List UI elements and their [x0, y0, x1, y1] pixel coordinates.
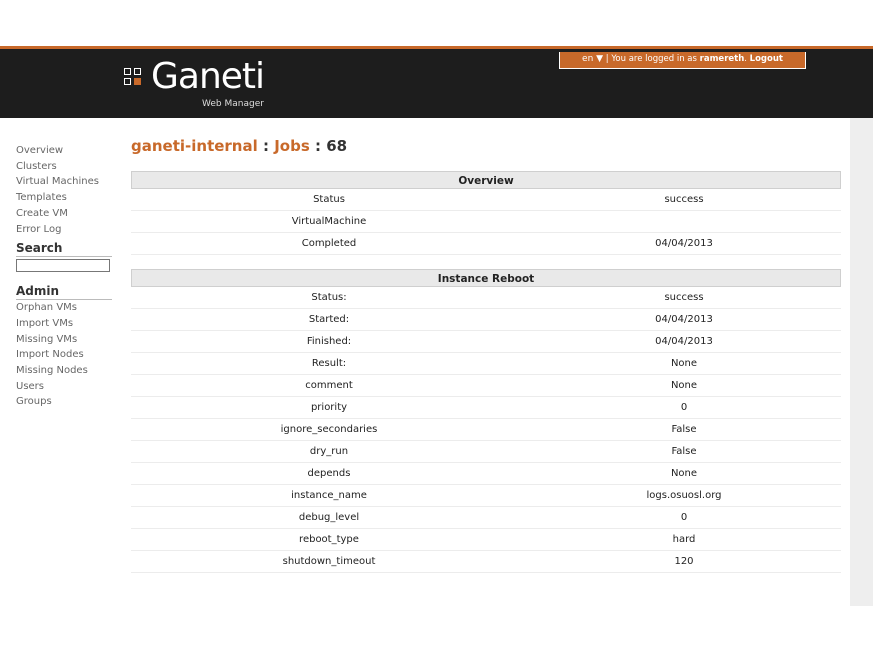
row-value: False [671, 446, 697, 457]
row-key: depends [307, 468, 351, 479]
nav-link-import-nodes[interactable]: Import Nodes [16, 347, 112, 363]
table-row: priority 0 [131, 397, 841, 419]
nav-link-templates[interactable]: Templates [16, 190, 112, 206]
row-value: 0 [680, 402, 688, 413]
ganeti-logo[interactable]: Ganeti Web Manager [124, 56, 324, 109]
table-row: instance_name logs.osuosl.org [131, 485, 841, 507]
nav-link-clusters[interactable]: Clusters [16, 159, 112, 175]
language-selector[interactable]: en ▼ [582, 54, 603, 64]
row-value: 04/04/2013 [655, 336, 713, 347]
table-row: dry_run False [131, 441, 841, 463]
row-value: 0 [680, 512, 688, 523]
row-key: comment [305, 380, 353, 391]
row-key: dry_run [309, 446, 349, 457]
table-row: ignore_secondaries False [131, 419, 841, 441]
nav-link-virtual-machines[interactable]: Virtual Machines [16, 174, 112, 190]
row-key: priority [310, 402, 348, 413]
nav-link-missing-vms[interactable]: Missing VMs [16, 332, 112, 348]
table-row: Completed 04/04/2013 [131, 233, 841, 255]
row-key: Completed [301, 238, 357, 249]
row-key: ignore_secondaries [280, 424, 378, 435]
instance-reboot-heading: Instance Reboot [131, 269, 841, 287]
overview-heading: Overview [131, 171, 841, 189]
table-row: comment None [131, 375, 841, 397]
row-value [527, 211, 841, 232]
table-row: VirtualMachine [131, 211, 841, 233]
table-row: Finished: 04/04/2013 [131, 331, 841, 353]
row-key: shutdown_timeout [282, 556, 376, 567]
table-row: reboot_type hard [131, 529, 841, 551]
search-heading: Search [16, 241, 112, 258]
main-content: ganeti-internal : Jobs : 68 Overview Sta… [120, 118, 850, 606]
row-key: reboot_type [299, 534, 359, 545]
main-nav: Overview Clusters Virtual Machines Template… [16, 143, 112, 237]
overview-table: Overview Status success VirtualMachine Comp… [131, 171, 841, 255]
row-key: Result: [311, 358, 347, 369]
row-value: False [671, 424, 697, 435]
sidebar: Overview Clusters Virtual Machines Template… [16, 143, 112, 410]
search-input[interactable] [16, 259, 110, 273]
row-key: Status [313, 194, 345, 205]
page-title: ganeti-internal : Jobs : 68 [131, 137, 347, 155]
row-value: 120 [674, 556, 694, 567]
job-id: 68 [326, 137, 348, 155]
nav-link-error-log[interactable]: Error Log [16, 222, 112, 238]
table-row: debug_level 0 [131, 507, 841, 529]
row-key: debug_level [298, 512, 360, 523]
login-bar: en ▼ | You are logged in as ramereth. Lo… [559, 52, 806, 69]
row-value: logs.osuosl.org [646, 490, 722, 501]
nav-link-import-vms[interactable]: Import VMs [16, 316, 112, 332]
ganeti-logo-icon [124, 68, 143, 87]
row-value: success [664, 194, 704, 205]
table-row: depends None [131, 463, 841, 485]
login-status-text: You are logged in as [611, 54, 697, 64]
jobs-link[interactable]: Jobs [274, 137, 310, 155]
logo-wordmark: Ganeti [151, 56, 265, 97]
logout-link[interactable]: Logout [750, 54, 783, 64]
row-value: None [670, 468, 698, 479]
cluster-link[interactable]: ganeti-internal [131, 137, 258, 155]
table-row: shutdown_timeout 120 [131, 551, 841, 573]
table-row: Started: 04/04/2013 [131, 309, 841, 331]
site-header: Ganeti Web Manager en ▼ | You are logged… [0, 46, 873, 118]
table-row: Status success [131, 189, 841, 211]
nav-link-groups[interactable]: Groups [16, 394, 112, 410]
nav-link-users[interactable]: Users [16, 379, 112, 395]
row-key: Finished: [306, 336, 352, 347]
row-value: success [664, 292, 704, 303]
nav-link-overview[interactable]: Overview [16, 143, 112, 159]
admin-heading: Admin [16, 284, 112, 301]
row-value: 04/04/2013 [655, 314, 713, 325]
username[interactable]: ramereth [700, 54, 745, 64]
dropdown-arrow-icon: ▼ [596, 54, 604, 64]
row-key: Started: [308, 314, 350, 325]
table-row: Result: None [131, 353, 841, 375]
table-row: Status: success [131, 287, 841, 309]
row-value: None [670, 380, 698, 391]
nav-link-orphan-vms[interactable]: Orphan VMs [16, 300, 112, 316]
logo-subtitle: Web Manager [202, 99, 264, 109]
admin-nav: Orphan VMs Import VMs Missing VMs Import No… [16, 300, 112, 410]
row-value: 04/04/2013 [655, 238, 713, 249]
title-separator: : [309, 137, 327, 155]
nav-link-missing-nodes[interactable]: Missing Nodes [16, 363, 112, 379]
row-value: hard [672, 534, 696, 545]
title-separator: : [257, 137, 275, 155]
row-value: None [670, 358, 698, 369]
instance-reboot-table: Instance Reboot Status: success Started: 04… [131, 269, 841, 573]
row-key: instance_name [291, 490, 367, 501]
row-key: Status: [311, 292, 347, 303]
right-gutter [850, 118, 873, 606]
nav-link-create-vm[interactable]: Create VM [16, 206, 112, 222]
login-separator: | [605, 54, 609, 64]
row-key: VirtualMachine [291, 216, 367, 227]
